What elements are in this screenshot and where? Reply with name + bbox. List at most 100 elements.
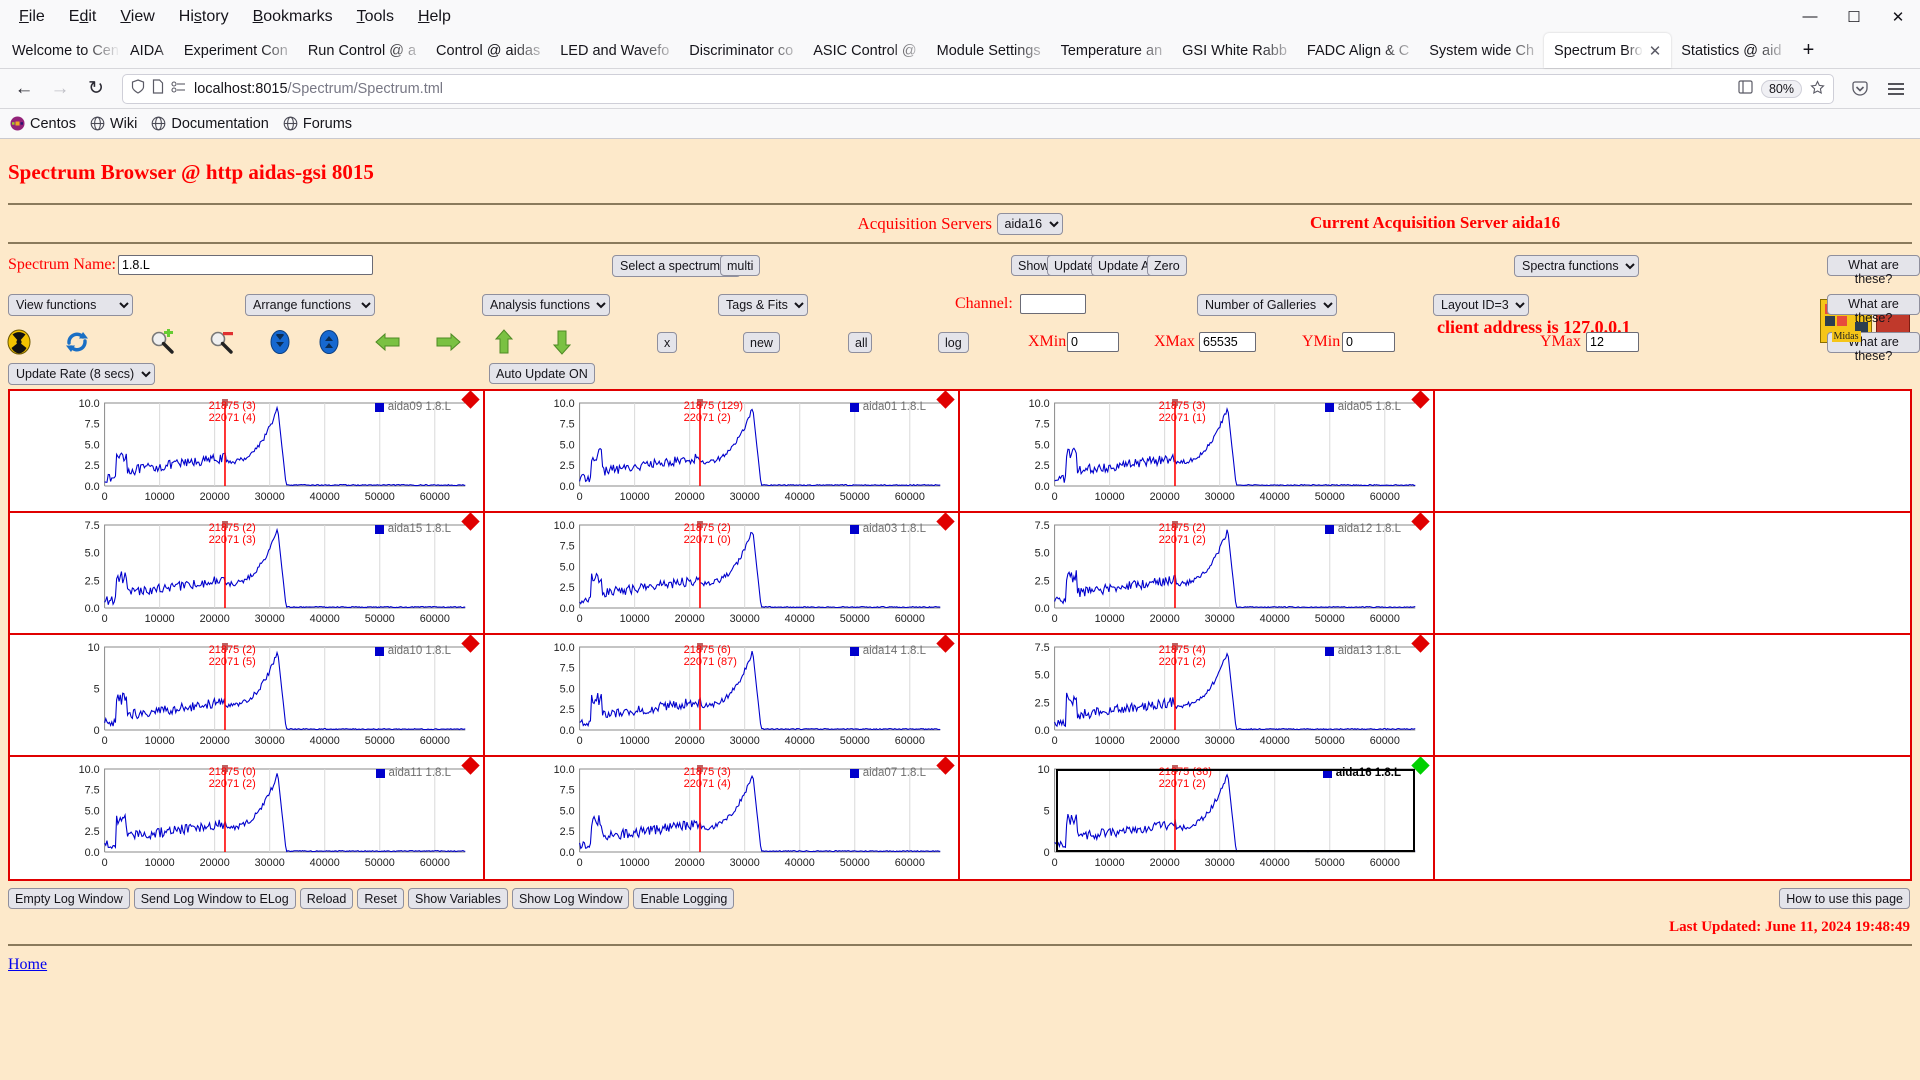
close-icon[interactable]: ✕ — [1876, 1, 1920, 33]
forward-icon[interactable]: → — [44, 74, 76, 104]
ymin-input[interactable] — [1342, 332, 1395, 352]
spectrum-name-input[interactable] — [118, 255, 373, 275]
browser-tab[interactable]: Discriminator co — [679, 33, 803, 68]
browser-tab[interactable]: Experiment Con — [174, 33, 298, 68]
zoom-out-icon[interactable] — [208, 329, 234, 355]
bookmark-item[interactable]: Wiki — [90, 116, 137, 132]
browser-tab[interactable]: Welcome to Cen — [2, 33, 120, 68]
tags-fits-dropdown[interactable]: Tags & Fits — [718, 294, 808, 316]
send-log-to-elog-button[interactable]: Send Log Window to ELog — [133, 888, 296, 909]
arrow-right-icon[interactable] — [434, 330, 461, 356]
svg-text:0.0: 0.0 — [560, 725, 575, 737]
shield-icon[interactable] — [131, 79, 145, 98]
browser-tab[interactable]: Module Settings — [927, 33, 1051, 68]
spectrum-panel[interactable]: 0 10000 20000 30000 40000 50000 60000 10.0 7.5 5.… — [485, 513, 960, 635]
what-are-these-button-2[interactable]: What are these? — [1827, 294, 1920, 325]
spectrum-panel[interactable]: 0 10000 20000 30000 40000 50000 60000 10.0 7.5 5.… — [10, 391, 485, 513]
url-text[interactable]: localhost:8015/Spectrum/Spectrum.tml — [194, 81, 1731, 97]
reload-icon[interactable]: ↻ — [80, 74, 112, 104]
browser-tab[interactable]: FADC Align & C — [1297, 33, 1419, 68]
minimize-icon[interactable]: — — [1788, 1, 1832, 33]
refresh-icon[interactable] — [64, 329, 90, 355]
spectrum-panel[interactable]: 0 10000 20000 30000 40000 50000 60000 10.0 7.5 5.… — [960, 391, 1435, 513]
spectrum-panel[interactable]: 0 10000 20000 30000 40000 50000 60000 7.5 5.0 2.5… — [960, 513, 1435, 635]
xmin-input[interactable] — [1067, 332, 1119, 352]
spectrum-panel[interactable]: 0 10000 20000 30000 40000 50000 60000 7.5 5.0 2.5… — [960, 635, 1435, 757]
log-button[interactable]: log — [938, 332, 969, 353]
browser-tab[interactable]: LED and Wavefo — [550, 33, 679, 68]
new-tab-button[interactable]: + — [1791, 33, 1825, 68]
all-button[interactable]: all — [848, 332, 872, 353]
menu-bookmarks[interactable]: Bookmarks — [242, 5, 344, 29]
spectrum-panel[interactable]: 0 10000 20000 30000 40000 50000 60000 10.0 7.5 5.… — [485, 391, 960, 513]
arrow-up-icon[interactable] — [492, 328, 518, 354]
pocket-icon[interactable] — [1844, 74, 1876, 104]
app-menu-icon[interactable] — [1880, 74, 1912, 104]
update-rate-dropdown[interactable]: Update Rate (8 secs) — [8, 363, 155, 385]
page-info-icon[interactable] — [152, 79, 164, 98]
menu-file[interactable]: File — [8, 5, 56, 29]
spectrum-panel[interactable]: 0 10000 20000 30000 40000 50000 60000 10 5 0 21875… — [960, 757, 1435, 879]
view-functions-dropdown[interactable]: View functions — [8, 294, 133, 316]
enable-logging-button[interactable]: Enable Logging — [633, 888, 735, 909]
zero-button[interactable]: Zero — [1147, 255, 1187, 276]
browser-tab[interactable]: Spectrum Bro ✕ — [1544, 33, 1672, 68]
expand-vertical-icon[interactable] — [316, 329, 342, 355]
bookmark-item[interactable]: Forums — [283, 116, 352, 132]
browser-tab[interactable]: Run Control @ a — [298, 33, 426, 68]
reload-button[interactable]: Reload — [299, 888, 354, 909]
arrow-left-icon[interactable] — [374, 330, 400, 356]
menu-history[interactable]: History — [168, 5, 240, 29]
reader-mode-icon[interactable] — [171, 80, 187, 98]
browser-tab[interactable]: ASIC Control @ — [803, 33, 926, 68]
back-icon[interactable]: ← — [8, 74, 40, 104]
reader-view-icon[interactable] — [1738, 80, 1753, 97]
show-variables-button[interactable]: Show Variables — [408, 888, 508, 909]
spectrum-panel[interactable]: 0 10000 20000 30000 40000 50000 60000 7.5 5.0 2.5… — [10, 513, 485, 635]
spectrum-panel[interactable]: 0 10000 20000 30000 40000 50000 60000 10.0 7.5 5.… — [485, 635, 960, 757]
auto-update-button[interactable]: Auto Update ON — [489, 363, 595, 384]
menu-view[interactable]: View — [109, 5, 165, 29]
number-of-galleries-dropdown[interactable]: Number of Galleries — [1197, 294, 1337, 316]
zoom-in-icon[interactable] — [149, 328, 175, 355]
x-button[interactable]: x — [657, 332, 677, 353]
arrow-down-icon[interactable] — [550, 328, 576, 355]
channel-input[interactable] — [1020, 294, 1086, 314]
menu-edit[interactable]: Edit — [58, 5, 108, 29]
new-button[interactable]: new — [743, 332, 780, 353]
acquisition-server-select[interactable]: aida16 — [996, 213, 1063, 235]
zoom-level-indicator[interactable]: 80% — [1760, 79, 1802, 98]
radiation-icon[interactable] — [6, 329, 32, 355]
layout-id-dropdown[interactable]: Layout ID=3 — [1433, 294, 1529, 316]
url-bar[interactable]: localhost:8015/Spectrum/Spectrum.tml 80% — [122, 73, 1834, 104]
how-to-use-button[interactable]: How to use this page — [1779, 888, 1910, 909]
browser-tab[interactable]: AIDA — [120, 33, 174, 68]
browser-tab[interactable]: Statistics @ aid — [1671, 33, 1791, 68]
spectrum-panel[interactable]: 0 10000 20000 30000 40000 50000 60000 10.0 7.5 5.… — [485, 757, 960, 879]
browser-tab[interactable]: System wide Ch — [1419, 33, 1544, 68]
menu-help[interactable]: Help — [407, 5, 462, 29]
bookmark-item[interactable]: Documentation — [151, 116, 269, 132]
show-log-window-button[interactable]: Show Log Window — [511, 888, 630, 909]
reset-button[interactable]: Reset — [357, 888, 404, 909]
menu-tools[interactable]: Tools — [346, 5, 405, 29]
ymax-input[interactable] — [1586, 332, 1639, 352]
xmax-input[interactable] — [1199, 332, 1256, 352]
analysis-functions-dropdown[interactable]: Analysis functions — [482, 294, 610, 316]
multi-button[interactable]: multi — [720, 255, 761, 276]
bookmark-star-icon[interactable] — [1810, 79, 1825, 98]
tab-close-icon[interactable]: ✕ — [1649, 42, 1662, 60]
browser-tab[interactable]: Control @ aidas — [426, 33, 550, 68]
empty-log-window-button[interactable]: Empty Log Window — [8, 888, 130, 909]
spectra-functions-dropdown[interactable]: Spectra functions — [1514, 255, 1639, 277]
spectrum-panel[interactable]: 0 10000 20000 30000 40000 50000 60000 10 5 0 21875… — [10, 635, 485, 757]
home-link[interactable]: Home — [8, 956, 47, 973]
arrange-functions-dropdown[interactable]: Arrange functions — [245, 294, 375, 316]
collapse-vertical-icon[interactable] — [267, 329, 293, 355]
bookmark-item[interactable]: Centos — [10, 116, 76, 132]
what-are-these-button-1[interactable]: What are these? — [1827, 255, 1920, 286]
browser-tab[interactable]: Temperature an — [1051, 33, 1173, 68]
maximize-icon[interactable]: ☐ — [1832, 1, 1876, 33]
browser-tab[interactable]: GSI White Rabb — [1172, 33, 1297, 68]
spectrum-panel[interactable]: 0 10000 20000 30000 40000 50000 60000 10.0 7.5 5.… — [10, 757, 485, 879]
